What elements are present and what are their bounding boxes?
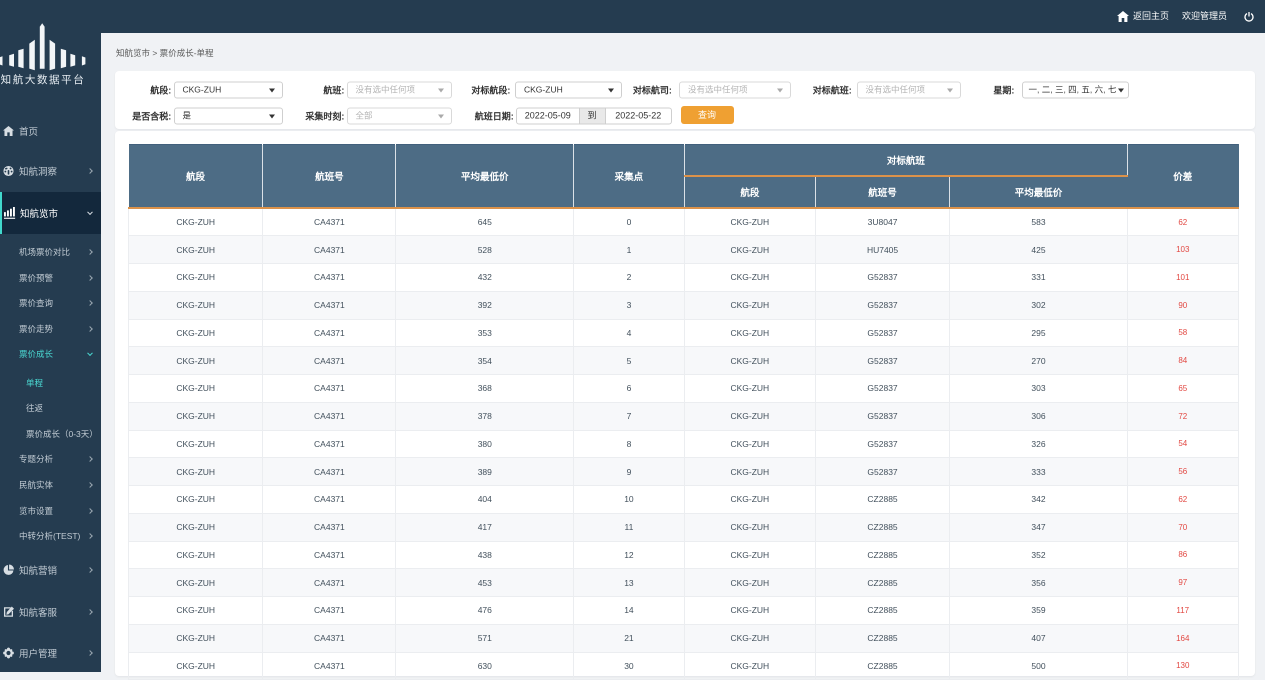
- svg-text:知航大数据平台: 知航大数据平台: [1, 73, 86, 86]
